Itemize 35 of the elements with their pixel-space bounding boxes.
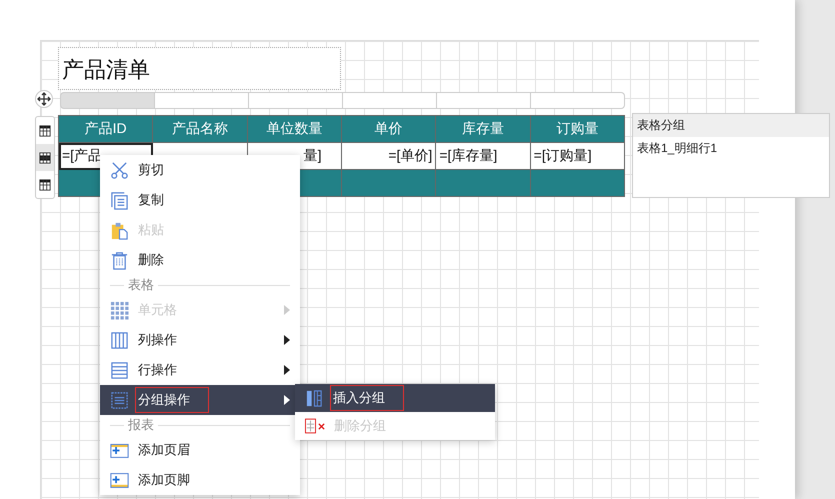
table-cell[interactable]: =[订购量] bbox=[530, 142, 624, 170]
panel-title: 表格分组 bbox=[633, 114, 829, 137]
add-footer-icon bbox=[110, 470, 129, 490]
column-handle[interactable] bbox=[343, 92, 437, 109]
table-cell[interactable]: =[库存量] bbox=[436, 142, 530, 170]
remove-group-icon bbox=[305, 418, 325, 434]
menu-item[interactable]: 行操作 bbox=[100, 355, 300, 385]
group-rows-icon bbox=[110, 390, 129, 410]
group-item[interactable]: 表格1_明细行1 bbox=[633, 137, 829, 160]
report-title: 产品清单 bbox=[61, 56, 150, 84]
column-handle[interactable] bbox=[437, 92, 531, 109]
column-handle[interactable] bbox=[249, 92, 343, 109]
menu-item[interactable]: 插入分组 bbox=[295, 384, 495, 412]
row-handle[interactable] bbox=[36, 144, 54, 171]
move-handle[interactable] bbox=[35, 90, 53, 108]
column-handle[interactable] bbox=[60, 92, 155, 109]
insert-group-icon bbox=[305, 388, 324, 408]
header-cell: 产品ID bbox=[58, 116, 153, 142]
table-cell[interactable]: =[单价] bbox=[341, 142, 436, 170]
menu-item[interactable]: 剪切 bbox=[100, 155, 300, 185]
grid-icon bbox=[110, 300, 129, 320]
column-handle[interactable] bbox=[531, 92, 625, 109]
column-handle[interactable] bbox=[155, 92, 249, 109]
menu-item[interactable]: 复制 bbox=[100, 185, 300, 215]
scissors-icon bbox=[110, 160, 129, 180]
menu-item[interactable]: 添加页脚 bbox=[100, 465, 300, 495]
menu-section-label: 报表 bbox=[128, 416, 154, 434]
trash-icon bbox=[110, 250, 129, 270]
copy-icon bbox=[110, 190, 129, 210]
clipboard-icon bbox=[110, 220, 129, 240]
menu-item[interactable]: 删除 bbox=[100, 245, 300, 275]
rows-icon bbox=[110, 360, 129, 380]
menu-item[interactable]: 列操作 bbox=[100, 325, 300, 355]
menu-section-label: 表格 bbox=[128, 276, 154, 294]
columns-icon bbox=[110, 330, 129, 350]
